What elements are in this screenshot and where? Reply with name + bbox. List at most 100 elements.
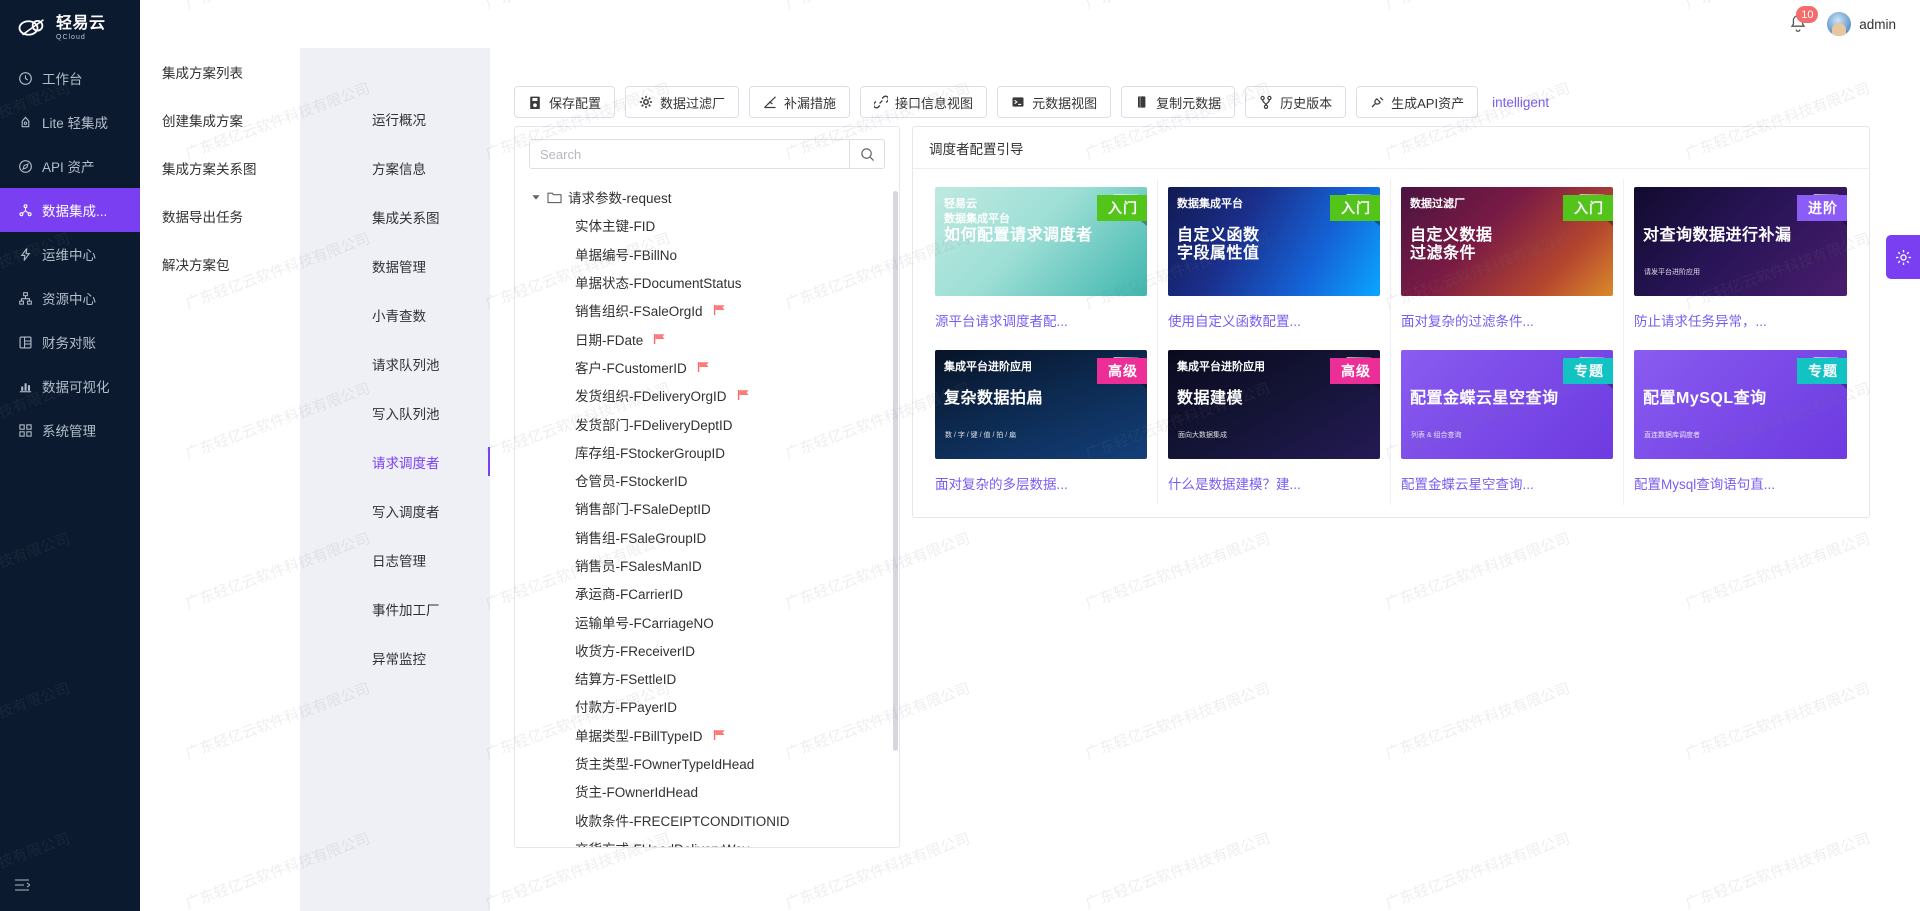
tree-item[interactable]: 单据状态-FDocumentStatus: [515, 268, 899, 296]
tab-1[interactable]: 运行概况: [300, 94, 490, 143]
guide-card[interactable]: 集成平台进阶应用复杂数据拍扁数 / 字 / 键 / 值 / 拍 / 扁高级面对复…: [925, 342, 1158, 505]
toolbar-button-4[interactable]: 接口信息视图: [860, 86, 987, 118]
tree-item[interactable]: 仓管员-FStockerID: [515, 466, 899, 494]
guide-card[interactable]: 数据过滤厂自定义数据过滤条件入门面对复杂的过滤条件...: [1391, 179, 1624, 342]
card-title[interactable]: 防止请求任务异常，...: [1634, 310, 1847, 338]
tab-3[interactable]: 集成关系图: [300, 192, 490, 241]
submenu-item-5[interactable]: 解决方案包: [140, 240, 300, 288]
folder-icon: [547, 191, 562, 204]
tree-item[interactable]: 客户-FCustomerID: [515, 353, 899, 381]
sidebar-item-7[interactable]: 财务对账: [0, 320, 140, 364]
tree-item[interactable]: 实体主键-FID: [515, 211, 899, 239]
sidebar-item-1[interactable]: 工作台: [0, 56, 140, 100]
intelligent-link[interactable]: intelligent: [1492, 95, 1549, 110]
submenu-item-1[interactable]: 集成方案列表: [140, 48, 300, 96]
tab-label: 日志管理: [372, 550, 426, 570]
tab-9[interactable]: 写入调度者: [300, 486, 490, 535]
tree-item[interactable]: 销售组-FSaleGroupID: [515, 523, 899, 551]
card-title[interactable]: 面对复杂的多层数据...: [935, 473, 1147, 501]
submenu-item-2[interactable]: 创建集成方案: [140, 96, 300, 144]
tab-4[interactable]: 数据管理: [300, 241, 490, 290]
tree-item[interactable]: 单据类型-FBillTypeID: [515, 721, 899, 749]
tree-item-label: 销售部门-FSaleDeptID: [575, 498, 711, 518]
tab-10[interactable]: 日志管理: [300, 535, 490, 584]
qcloud-logo-icon: [18, 15, 48, 41]
toolbar-button-3[interactable]: 补漏措施: [749, 86, 850, 118]
tree-scrollbar[interactable]: [893, 191, 898, 751]
sidebar-item-2[interactable]: Lite 轻集成: [0, 100, 140, 144]
card-thumb-sub: 请发平台进阶应用: [1644, 267, 1700, 277]
tab-8[interactable]: 请求调度者: [300, 437, 490, 486]
tab-12[interactable]: 异常监控: [300, 633, 490, 682]
tree-item[interactable]: 货主类型-FOwnerTypeIdHead: [515, 749, 899, 777]
card-thumb-headline: 自定义函数字段属性值: [1177, 227, 1260, 264]
search-button[interactable]: [849, 139, 885, 169]
submenu-item-3[interactable]: 集成方案关系图: [140, 144, 300, 192]
sidebar-item-4[interactable]: 数据集成...: [0, 188, 140, 232]
tree-item[interactable]: 收款条件-FRECEIPTCONDITIONID: [515, 806, 899, 834]
tree-item[interactable]: 交货方式-FHeadDeliveryWay: [515, 834, 899, 848]
card-title[interactable]: 配置Mysql查询语句直...: [1634, 473, 1847, 501]
toolbar-button-7[interactable]: 历史版本: [1245, 86, 1346, 118]
toolbar-button-label: 保存配置: [549, 93, 601, 112]
tree-item[interactable]: 发货部门-FDeliveryDeptID: [515, 409, 899, 437]
card-title[interactable]: 什么是数据建模？建...: [1168, 473, 1380, 501]
tab-5[interactable]: 小青查数: [300, 290, 490, 339]
card-title[interactable]: 配置金蝶云星空查询...: [1401, 473, 1613, 501]
guide-card[interactable]: 对查询数据进行补漏请发平台进阶应用进阶防止请求任务异常，...: [1624, 179, 1857, 342]
tree-item[interactable]: 发货组织-FDeliveryOrgID: [515, 381, 899, 409]
guide-card[interactable]: 轻易云数据集成平台如何配置请求调度者入门源平台请求调度者配...: [925, 179, 1158, 342]
tree-root-node[interactable]: 请求参数-request: [515, 183, 899, 211]
toolbar-button-2[interactable]: 数据过滤厂: [625, 86, 739, 118]
guide-card[interactable]: 集成平台进阶应用数据建模面向大数据集成高级什么是数据建模？建...: [1158, 342, 1391, 505]
tree-item[interactable]: 付款方-FPayerID: [515, 692, 899, 720]
tree-item[interactable]: 承运商-FCarrierID: [515, 579, 899, 607]
settings-panel-toggle[interactable]: [1886, 235, 1920, 279]
guide-card[interactable]: 配置MySQL查询直连数据库调度者专题配置Mysql查询语句直...: [1624, 342, 1857, 505]
tree-item[interactable]: 单据编号-FBillNo: [515, 240, 899, 268]
guide-card[interactable]: 配置金蝶云星空查询列表 & 组合查询专题配置金蝶云星空查询...: [1391, 342, 1624, 505]
tab-6[interactable]: 请求队列池: [300, 339, 490, 388]
sidebar-item-5[interactable]: 运维中心: [0, 232, 140, 276]
card-title[interactable]: 源平台请求调度者配...: [935, 310, 1147, 338]
collapse-menu-icon[interactable]: [14, 877, 30, 897]
guide-card[interactable]: 数据集成平台自定义函数字段属性值入门使用自定义函数配置...: [1158, 179, 1391, 342]
toolbar-button-5[interactable]: 元数据视图: [997, 86, 1111, 118]
toolbar-button-label: 复制元数据: [1156, 93, 1221, 112]
toolbar-button-6[interactable]: 复制元数据: [1121, 86, 1235, 118]
caret-down-icon[interactable]: [531, 192, 541, 202]
tree-item[interactable]: 收货方-FReceiverID: [515, 636, 899, 664]
sidebar-item-6[interactable]: 资源中心: [0, 276, 140, 320]
notifications-button[interactable]: 10: [1787, 13, 1809, 35]
toolbar-button-8[interactable]: 生成API资产: [1356, 86, 1478, 118]
brand-logo[interactable]: 轻易云 QCloud: [0, 0, 140, 56]
tree-item[interactable]: 结算方-FSettleID: [515, 664, 899, 692]
user-menu[interactable]: admin: [1827, 12, 1896, 36]
param-tree: 请求参数-request 实体主键-FID 单据编号-FBillNo单据状态-FDo…: [515, 175, 899, 848]
tree-item[interactable]: 运输单号-FCarriageNO: [515, 607, 899, 635]
card-thumb-headline: 配置金蝶云星空查询: [1410, 390, 1559, 408]
card-title[interactable]: 使用自定义函数配置...: [1168, 310, 1380, 338]
card-title[interactable]: 面对复杂的过滤条件...: [1401, 310, 1613, 338]
tree-item[interactable]: 货主-FOwnerIdHead: [515, 777, 899, 805]
tree-item-label: 结算方-FSettleID: [575, 668, 676, 688]
sidebar-item-8[interactable]: 数据可视化: [0, 364, 140, 408]
tree-item[interactable]: 库存组-FStockerGroupID: [515, 438, 899, 466]
tree-item[interactable]: 销售部门-FSaleDeptID: [515, 494, 899, 522]
sidebar-item-3[interactable]: API 资产: [0, 144, 140, 188]
tab-11[interactable]: 事件加工厂: [300, 584, 490, 633]
card-thumbnail: 轻易云数据集成平台如何配置请求调度者入门: [935, 187, 1147, 296]
tree-item[interactable]: 销售员-FSalesManID: [515, 551, 899, 579]
tree-item-label: 库存组-FStockerGroupID: [575, 442, 725, 462]
secondary-menu: 集成方案列表创建集成方案集成方案关系图数据导出任务解决方案包: [140, 0, 300, 911]
tree-item[interactable]: 销售组织-FSaleOrgId: [515, 296, 899, 324]
tree-item[interactable]: 日期-FDate: [515, 324, 899, 352]
sidebar-item-9[interactable]: 系统管理: [0, 408, 140, 452]
tree-item-label: 实体主键-FID: [575, 215, 655, 235]
toolbar-button-1[interactable]: 保存配置: [514, 86, 615, 118]
card-thumb-caption: 集成平台进阶应用: [1177, 360, 1265, 375]
tab-2[interactable]: 方案信息: [300, 143, 490, 192]
search-input[interactable]: [529, 139, 849, 169]
tab-7[interactable]: 写入队列池: [300, 388, 490, 437]
submenu-item-4[interactable]: 数据导出任务: [140, 192, 300, 240]
